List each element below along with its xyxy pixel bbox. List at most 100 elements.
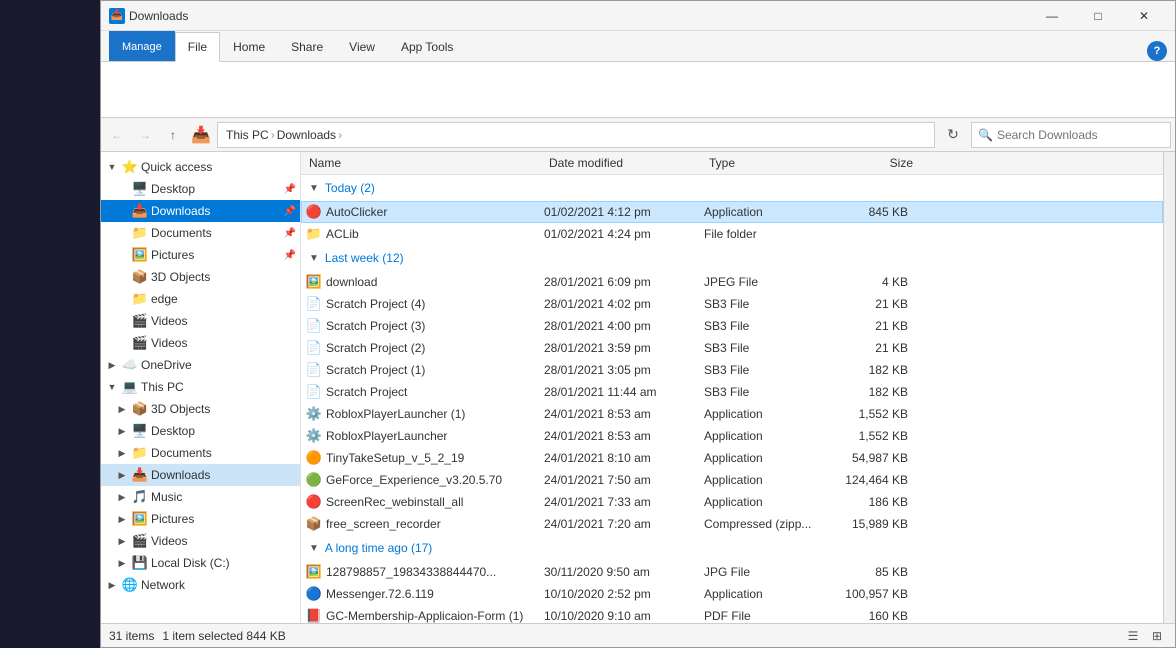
file-row-aclib[interactable]: 📁 ACLib 01/02/2021 4:24 pm File folder (301, 223, 1163, 245)
col-header-date[interactable]: Date modified (541, 156, 701, 170)
help-button[interactable]: ? (1147, 41, 1167, 61)
forward-button[interactable]: → (133, 123, 157, 147)
tree-item-pictures[interactable]: 🖼️ Pictures 📌 (101, 244, 300, 266)
up-button[interactable]: ↑ (161, 123, 185, 147)
file-row-download[interactable]: 🖼️ download 28/01/2021 6:09 pm JPEG File… (301, 271, 1163, 293)
tab-apptools[interactable]: App Tools (388, 31, 466, 61)
file-row-geforce[interactable]: 🟢 GeForce_Experience_v3.20.5.70 24/01/20… (301, 469, 1163, 491)
file-type-freescreen: Compressed (zipp... (696, 517, 826, 531)
tree-item-localdisk[interactable]: ▶ 💾 Local Disk (C:) (101, 552, 300, 574)
tree-item-onedrive[interactable]: ▶ ☁️ OneDrive (101, 354, 300, 376)
tree-item-3dobjects[interactable]: 📦 3D Objects (101, 266, 300, 288)
tree-label-localdisk: Local Disk (C:) (151, 556, 230, 570)
tree-item-documents[interactable]: 📁 Documents 📌 (101, 222, 300, 244)
tab-file[interactable]: File (175, 32, 220, 62)
title-bar-left: 📥 Downloads (109, 8, 188, 24)
tree-item-downloads[interactable]: 📥 Downloads 📌 (101, 200, 300, 222)
close-button[interactable]: ✕ (1121, 1, 1167, 31)
tree-item-music[interactable]: ▶ 🎵 Music (101, 486, 300, 508)
file-type-messenger: Application (696, 587, 826, 601)
minimize-button[interactable]: — (1029, 1, 1075, 31)
maximize-button[interactable]: □ (1075, 1, 1121, 31)
address-path[interactable]: This PC › Downloads › (217, 122, 935, 148)
group-toggle-longtime: ▼ (309, 543, 319, 554)
file-name-scratch1: Scratch Project (1) (326, 363, 536, 377)
file-row-freescreen[interactable]: 📦 free_screen_recorder 24/01/2021 7:20 a… (301, 513, 1163, 535)
group-label-today: Today (2) (325, 181, 375, 195)
tree-item-desktop2[interactable]: ▶ 🖥️ Desktop (101, 420, 300, 442)
title-bar: 📥 Downloads — □ ✕ (101, 1, 1175, 31)
file-row-scratch2[interactable]: 📄 Scratch Project (2) 28/01/2021 3:59 pm… (301, 337, 1163, 359)
file-icon-scratch1: 📄 (306, 362, 322, 378)
file-type-scratch4: SB3 File (696, 297, 826, 311)
file-row-scratch4[interactable]: 📄 Scratch Project (4) 28/01/2021 4:02 pm… (301, 293, 1163, 315)
file-row-scratch3[interactable]: 📄 Scratch Project (3) 28/01/2021 4:00 pm… (301, 315, 1163, 337)
scroll-track[interactable] (1163, 152, 1175, 623)
tree-item-documents2[interactable]: ▶ 📁 Documents (101, 442, 300, 464)
group-today[interactable]: ▼ Today (2) (301, 175, 1163, 201)
tree-label-downloads: Downloads (151, 204, 210, 218)
search-box[interactable]: 🔍 (971, 122, 1171, 148)
quickaccess-icon: ⭐ (122, 159, 138, 175)
file-date-screenrec: 24/01/2021 7:33 am (536, 495, 696, 509)
file-size-gcmembership1: 160 KB (826, 609, 916, 623)
file-size-download: 4 KB (826, 275, 916, 289)
tab-view[interactable]: View (336, 31, 388, 61)
tab-home[interactable]: Home (220, 31, 278, 61)
file-icon-scratch2: 📄 (306, 340, 322, 356)
toggle-music: ▶ (115, 490, 129, 504)
file-row-screenrec[interactable]: 🔴 ScreenRec_webinstall_all 24/01/2021 7:… (301, 491, 1163, 513)
back-button[interactable]: ← (105, 123, 129, 147)
toggle-desktop (115, 182, 129, 196)
toggle-pictures2: ▶ (115, 512, 129, 526)
file-type-download: JPEG File (696, 275, 826, 289)
tree-item-videos[interactable]: 🎬 Videos (101, 310, 300, 332)
search-input[interactable] (997, 128, 1164, 142)
file-size-geforce: 124,464 KB (826, 473, 916, 487)
tree-label-documents2: Documents (151, 446, 212, 460)
file-row-scratch[interactable]: 📄 Scratch Project 28/01/2021 11:44 am SB… (301, 381, 1163, 403)
col-header-type[interactable]: Type (701, 156, 831, 170)
details-view-button[interactable]: ☰ (1123, 626, 1143, 646)
tiles-view-button[interactable]: ⊞ (1147, 626, 1167, 646)
tree-label-desktop: Desktop (151, 182, 195, 196)
tree-item-thispc[interactable]: ▼ 💻 This PC (101, 376, 300, 398)
file-row-roblox[interactable]: ⚙️ RobloxPlayerLauncher 24/01/2021 8:53 … (301, 425, 1163, 447)
tree-item-3dobjects2[interactable]: ▶ 📦 3D Objects (101, 398, 300, 420)
file-date-roblox: 24/01/2021 8:53 am (536, 429, 696, 443)
file-row-messenger[interactable]: 🔵 Messenger.72.6.119 10/10/2020 2:52 pm … (301, 583, 1163, 605)
toggle-quickaccess: ▼ (105, 160, 119, 174)
tree-item-pictures2[interactable]: ▶ 🖼️ Pictures (101, 508, 300, 530)
col-header-name[interactable]: Name (301, 156, 541, 170)
file-size-autoclicker: 845 KB (826, 205, 916, 219)
file-size-roblox1: 1,552 KB (826, 407, 916, 421)
file-row-tinytake[interactable]: 🟠 TinyTakeSetup_v_5_2_19 24/01/2021 8:10… (301, 447, 1163, 469)
tree-item-network[interactable]: ▶ 🌐 Network (101, 574, 300, 596)
group-lastweek[interactable]: ▼ Last week (12) (301, 245, 1163, 271)
group-longtime[interactable]: ▼ A long time ago (17) (301, 535, 1163, 561)
file-icon-scratch3: 📄 (306, 318, 322, 334)
group-label-lastweek: Last week (12) (325, 251, 404, 265)
file-row-roblox1[interactable]: ⚙️ RobloxPlayerLauncher (1) 24/01/2021 8… (301, 403, 1163, 425)
file-row-img128[interactable]: 🖼️ 128798857_19834338844470... 30/11/202… (301, 561, 1163, 583)
tab-share[interactable]: Share (278, 31, 336, 61)
tree-item-desktop[interactable]: 🖥️ Desktop 📌 (101, 178, 300, 200)
tree-item-videos2[interactable]: 🎬 Videos (101, 332, 300, 354)
toggle-localdisk: ▶ (115, 556, 129, 570)
file-icon-download: 🖼️ (306, 274, 322, 290)
downloads-icon-nav: 📥 (189, 123, 213, 147)
ribbon-tabs: Manage File Home Share View App Tools ? (101, 31, 1175, 61)
tree-item-videos3[interactable]: ▶ 🎬 Videos (101, 530, 300, 552)
tree-item-downloads2[interactable]: ▶ 📥 Downloads (101, 464, 300, 486)
tree-item-edge[interactable]: 📁 edge (101, 288, 300, 310)
refresh-button[interactable]: ↻ (939, 121, 967, 149)
col-header-size[interactable]: Size (831, 156, 921, 170)
file-name-tinytake: TinyTakeSetup_v_5_2_19 (326, 451, 536, 465)
file-row-scratch1[interactable]: 📄 Scratch Project (1) 28/01/2021 3:05 pm… (301, 359, 1163, 381)
file-row-gcmembership1[interactable]: 📕 GC-Membership-Applicaion-Form (1) 10/1… (301, 605, 1163, 623)
file-row-autoclicker[interactable]: 🔴 AutoClicker 01/02/2021 4:12 pm Applica… (301, 201, 1163, 223)
tab-manage[interactable]: Manage (109, 31, 175, 61)
file-size-scratch: 182 KB (826, 385, 916, 399)
tree-item-quickaccess[interactable]: ▼ ⭐ Quick access (101, 156, 300, 178)
tree-label-pictures2: Pictures (151, 512, 194, 526)
